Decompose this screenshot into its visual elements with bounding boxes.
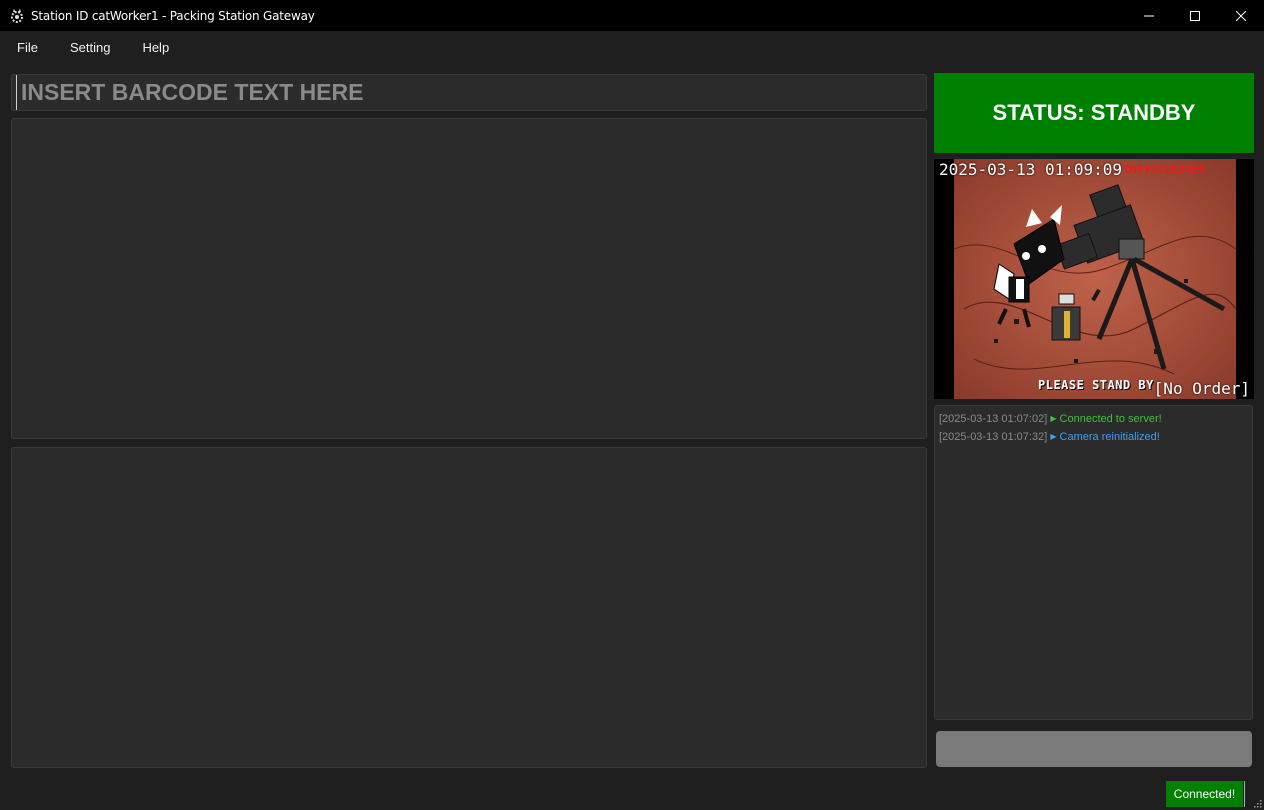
maximize-button[interactable] (1172, 0, 1218, 31)
action-button[interactable] (936, 731, 1252, 767)
log-message: Connected to server! (1059, 413, 1162, 425)
close-icon (1236, 10, 1246, 21)
log-panel[interactable]: [2025-03-13 01:07:02] ▶ Connected to ser… (934, 405, 1253, 720)
minimize-icon (1144, 15, 1154, 16)
close-button[interactable] (1218, 0, 1264, 31)
menu-file[interactable]: File (0, 31, 54, 63)
maximize-icon (1190, 10, 1200, 21)
log-entry: [2025-03-13 01:07:32] ▶ Camera reinitial… (939, 429, 1248, 447)
order-details-panel[interactable] (11, 118, 927, 439)
log-entry: [2025-03-13 01:07:02] ▶ Connected to ser… (939, 411, 1248, 429)
window-title: Station ID catWorker1 - Packing Station … (31, 8, 315, 23)
log-timestamp: [2025-03-13 01:07:02] (939, 413, 1048, 425)
camera-timestamp: 2025-03-13 01:09:09 (939, 160, 1123, 179)
log-timestamp: [2025-03-13 01:07:32] (939, 431, 1048, 443)
camera-order-label: [No Order] (1153, 379, 1250, 398)
order-items-panel[interactable] (11, 447, 927, 768)
triangle-right-icon: ▶ (1050, 414, 1057, 423)
minimize-button[interactable] (1126, 0, 1172, 31)
gear-cat-icon (9, 8, 25, 24)
app-window: Station ID catWorker1 - Packing Station … (0, 0, 1264, 810)
title-bar[interactable]: Station ID catWorker1 - Packing Station … (0, 0, 1264, 31)
status-banner: STATUS: STANDBY (934, 73, 1254, 153)
menu-setting[interactable]: Setting (54, 31, 126, 63)
camera-feed: DIFFICULTIES 2025-03-13 01:09:09 PLEASE … (934, 159, 1254, 399)
statusbar-divider (1244, 781, 1245, 807)
barcode-input[interactable] (16, 75, 926, 110)
standby-image (954, 159, 1236, 399)
connection-status-badge: Connected! (1166, 781, 1243, 807)
overlay-standby: PLEASE STAND BY (1038, 378, 1154, 392)
window-controls (1126, 0, 1264, 31)
triangle-right-icon: ▶ (1050, 432, 1057, 441)
resize-grip-icon[interactable] (1252, 798, 1262, 808)
menu-bar: File Setting Help (0, 31, 1264, 63)
barcode-field-container (11, 74, 927, 111)
menu-help[interactable]: Help (126, 31, 185, 63)
log-message: Camera reinitialized! (1059, 431, 1160, 443)
overlay-difficulties: DIFFICULTIES (1124, 163, 1206, 176)
